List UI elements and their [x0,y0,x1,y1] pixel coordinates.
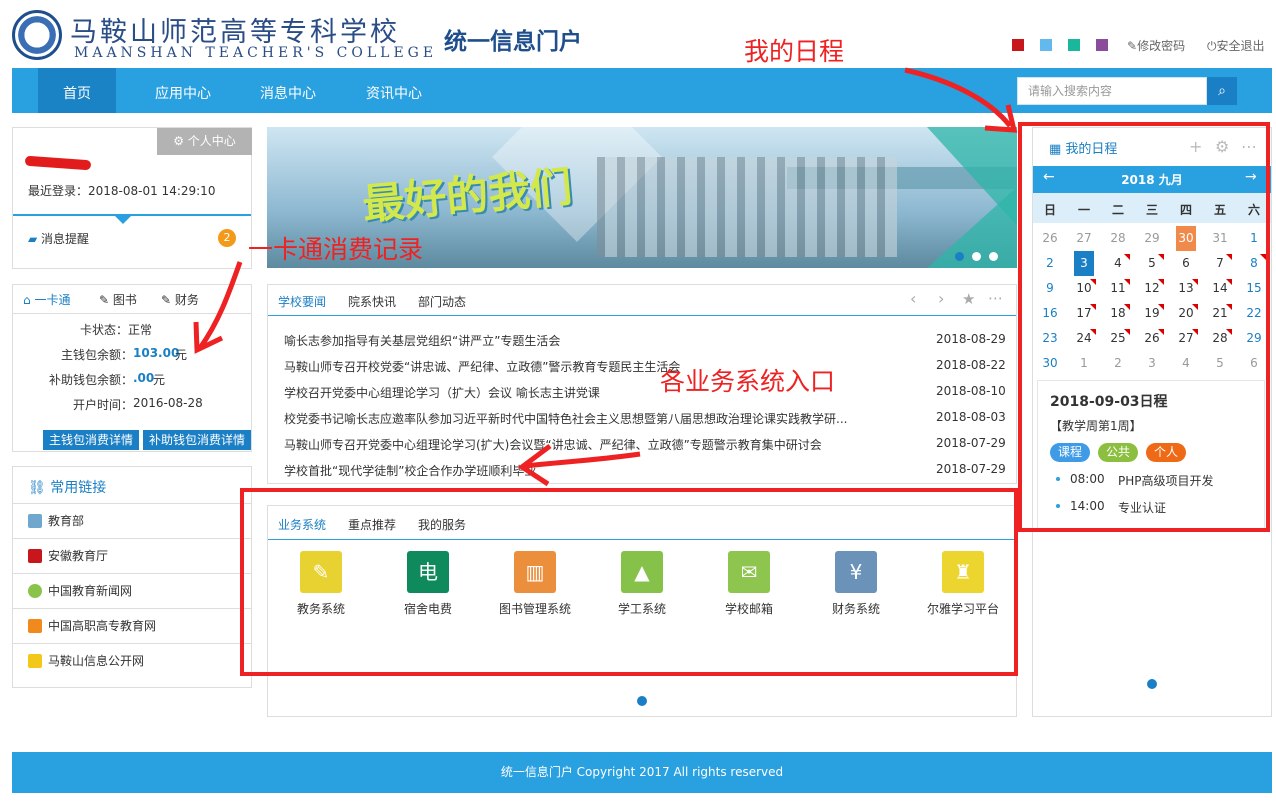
search-button[interactable]: ⌕ [1207,77,1237,105]
more-icon[interactable]: ⋯ [988,289,1003,307]
logout-link[interactable]: ⏻安全退出 [1207,37,1265,54]
building-image [597,157,897,257]
nav-info-center[interactable]: 资讯中心 [344,68,444,113]
edit-icon: ✎ [99,293,113,307]
school-emblem-icon [12,10,62,60]
search-icon: ⌕ [1218,83,1226,99]
edit-icon: ✎ [161,293,175,307]
news-item[interactable]: 喻长志参加指导有关基层党组织“讲严立”专题生活会 [284,332,884,349]
news-date: 2018-07-29 [936,436,1006,450]
footer: 统一信息门户 Copyright 2017 All rights reserve… [12,752,1272,793]
link-icon: ⛓ [28,480,51,496]
user-panel: ⚙ 个人中心 最近登录：2018-08-01 14:29:10 ▰ 消息提醒 2 [12,127,252,269]
tab-division-news[interactable]: 部门动态 [418,293,466,310]
message-reminder[interactable]: ▰ 消息提醒 [28,230,89,247]
portal-title: 统一信息门户 [444,29,582,55]
news-item[interactable]: 马鞍山师专召开党委中心组理论学习(扩大)会议暨“讲忠诚、严纪律、立政德”专题警示… [284,436,849,453]
school-name-cn: 马鞍山师范高等专科学校 [70,17,400,48]
nav-message-center[interactable]: 消息中心 [238,68,338,113]
bank-icon: ⌂ [23,293,35,307]
services-pager-dot[interactable] [637,696,647,706]
subsidy-wallet-unit: 元 [153,373,166,387]
link-info-disclosure[interactable]: 马鞍山信息公开网 [13,643,251,678]
nav-app-center[interactable]: 应用中心 [128,68,238,113]
tab-school-news[interactable]: 学校要闻 [278,293,326,310]
nav-home[interactable]: 首页 [38,68,116,113]
globe-icon [28,584,42,598]
news-date: 2018-08-03 [936,410,1006,424]
news-panel: 学校要闻 院系快讯 部门动态 ‹ › ★ ⋯ 喻长志参加指导有关基层党组织“讲严… [267,284,1017,484]
link-anhui-edu[interactable]: 安徽教育厅 [13,538,251,573]
theme-red-swatch[interactable] [1012,39,1024,51]
orange-logo-icon [28,619,42,633]
main-navbar: 首页 应用中心 消息中心 资讯中心 请输入搜索内容 ⌕ [12,68,1272,113]
next-icon[interactable]: › [938,289,944,308]
link-moe[interactable]: 教育部 [13,503,251,538]
card-status-label: 卡状态： [79,323,128,337]
prev-icon[interactable]: ‹ [910,289,916,308]
tab-library[interactable]: ✎ 图书 [99,291,137,308]
banner-dot-2[interactable] [972,252,981,261]
gear-icon: ⚙ [173,134,188,148]
message-count-badge: 2 [218,229,236,247]
info-icon [28,654,42,668]
monitor-icon [28,514,42,528]
news-tab-divider [268,315,1016,316]
theme-green-swatch[interactable] [1068,39,1080,51]
subsidy-wallet-detail-button[interactable]: 补助钱包消费详情 [143,430,251,450]
red-logo-icon [28,549,42,563]
school-name-en: MAANSHAN TEACHER'S COLLEGE [74,45,438,61]
news-date: 2018-08-22 [936,358,1006,372]
redacted-username [24,155,92,171]
tab-finance[interactable]: ✎ 财务 [161,291,199,308]
news-item[interactable]: 校党委书记喻长志应邀率队参加习近平新时代中国特色社会主义思想暨第八届思想政治理论… [284,410,849,427]
news-date: 2018-08-10 [936,384,1006,398]
annotation-schedule-label: 我的日程 [744,37,845,66]
banner-dot-3[interactable] [989,252,998,261]
chat-icon: ▰ [28,232,42,246]
links-title: ⛓ 常用链接 [28,480,107,496]
header: 马鞍山师范高等专科学校 MAANSHAN TEACHER'S COLLEGE 统… [0,0,1276,68]
news-date: 2018-08-29 [936,332,1006,346]
power-icon: ⏻ [1207,39,1217,53]
personal-center-button[interactable]: ⚙ 个人中心 [157,128,252,155]
search-input[interactable]: 请输入搜索内容 [1017,77,1207,105]
theme-purple-swatch[interactable] [1096,39,1108,51]
annotation-box-business [240,488,1018,676]
subsidy-wallet-label: 补助钱包余额： [48,373,133,387]
tab-campus-card[interactable]: ⌂ 一卡通 [23,291,70,308]
main-wallet-detail-button[interactable]: 主钱包消费详情 [43,430,139,450]
schedule-pager-dot[interactable] [1147,679,1157,689]
annotation-business-label: 各业务系统入口 [660,367,836,396]
main-wallet-unit: 元 [175,348,188,362]
tab-dept-news[interactable]: 院系快讯 [348,293,396,310]
card-status-value: 正常 [128,323,153,337]
banner-dot-1[interactable] [955,252,964,261]
link-vocational-edu[interactable]: 中国高职高专教育网 [13,608,251,643]
panel-caret-icon [113,214,133,224]
change-password-link[interactable]: ✎修改密码 [1127,37,1185,54]
open-date-label: 开户时间： [72,398,133,412]
news-date: 2018-07-29 [936,462,1006,476]
annotation-card-label: 一卡通消费记录 [248,235,424,264]
theme-blue-swatch[interactable] [1040,39,1052,51]
open-date-value: 2016-08-28 [133,396,203,410]
last-login: 最近登录：2018-08-01 14:29:10 [28,184,216,198]
main-wallet-value: 103.00 [133,346,180,360]
banner-slogan: 最好的我们 [360,161,575,230]
card-tab-divider [13,313,251,314]
pencil-icon: ✎ [1127,39,1138,53]
campus-card-panel: ⌂ 一卡通 ✎ 图书 ✎ 财务 卡状态： 正常 主钱包余额： 103.00 元 … [12,284,252,452]
star-icon[interactable]: ★ [962,290,975,308]
subsidy-wallet-value: .00 [133,371,155,385]
main-wallet-label: 主钱包余额： [60,348,133,362]
news-item[interactable]: 学校首批“现代学徒制”校企合作办学班顺利毕业 [284,462,884,479]
common-links-panel: ⛓ 常用链接 教育部 安徽教育厅 中国教育新闻网 中国高职高专教育网 马鞍山信息… [12,466,252,688]
link-edu-news[interactable]: 中国教育新闻网 [13,573,251,608]
annotation-box-schedule [1018,122,1270,532]
